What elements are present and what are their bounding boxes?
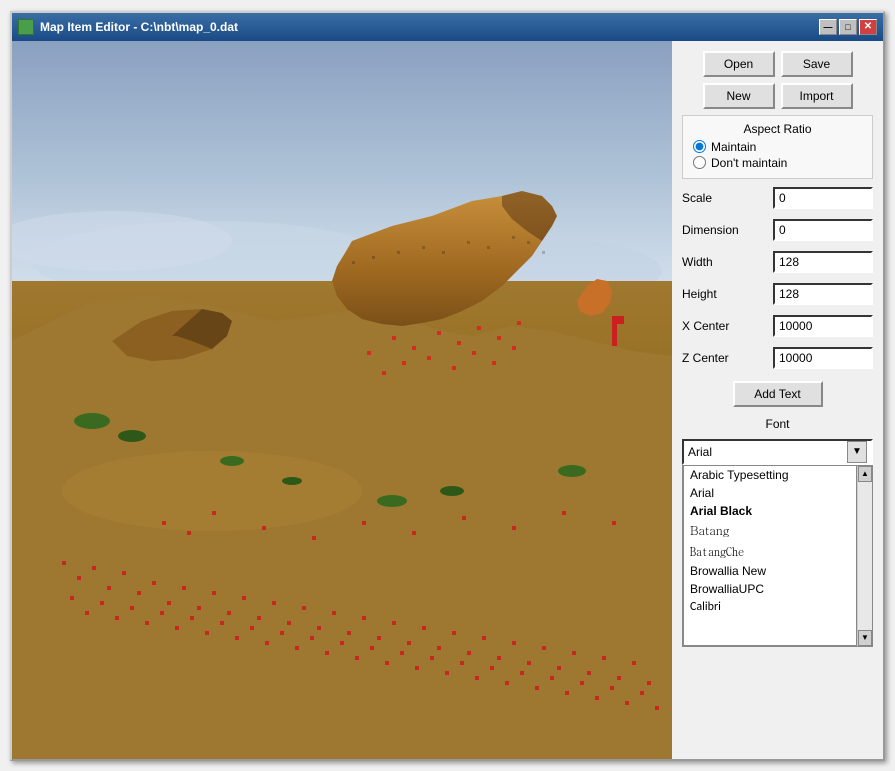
xcenter-input[interactable]	[773, 315, 873, 337]
height-label: Height	[682, 287, 752, 301]
map-canvas-area	[12, 41, 672, 759]
top-button-row: Open Save	[682, 51, 873, 77]
scale-input[interactable]	[773, 187, 873, 209]
width-label: Width	[682, 255, 752, 269]
font-dropdown-container: Arial ▼ Arabic TypesettingArialArial Bla…	[682, 439, 873, 647]
scroll-down-arrow[interactable]: ▼	[858, 630, 872, 646]
title-bar-controls: — □ ✕	[819, 19, 877, 35]
width-input[interactable]	[773, 251, 873, 273]
main-window: Map Item Editor - C:\nbt\map_0.dat — □ ✕	[10, 11, 885, 761]
import-button[interactable]: Import	[781, 83, 853, 109]
maintain-radio[interactable]	[693, 140, 706, 153]
font-list[interactable]: Arabic TypesettingArialArial BlackBatang…	[683, 466, 857, 646]
font-list-item[interactable]: Batang	[684, 520, 856, 541]
title-bar-left: Map Item Editor - C:\nbt\map_0.dat	[18, 19, 238, 35]
font-list-item[interactable]: Arial	[684, 484, 856, 502]
zcenter-label: Z Center	[682, 351, 752, 365]
maintain-label: Maintain	[711, 140, 756, 154]
maintain-radio-row: Maintain	[693, 140, 862, 154]
new-button[interactable]: New	[703, 83, 775, 109]
right-panel: Open Save New Import Aspect Ratio Mainta…	[672, 41, 883, 759]
zcenter-input[interactable]	[773, 347, 873, 369]
xcenter-row: X Center	[682, 313, 873, 339]
maximize-button[interactable]: □	[839, 19, 857, 35]
font-list-item[interactable]: BatangChe	[684, 541, 856, 562]
title-bar: Map Item Editor - C:\nbt\map_0.dat — □ ✕	[12, 13, 883, 41]
open-button[interactable]: Open	[703, 51, 775, 77]
add-text-row: Add Text	[682, 381, 873, 407]
font-dropdown-arrow[interactable]: ▼	[847, 441, 867, 463]
font-scrollbar[interactable]: ▲ ▼	[857, 466, 872, 646]
window-title: Map Item Editor - C:\nbt\map_0.dat	[40, 20, 238, 34]
content-area: Open Save New Import Aspect Ratio Mainta…	[12, 41, 883, 759]
zcenter-row: Z Center	[682, 345, 873, 371]
dimension-row: Dimension	[682, 217, 873, 243]
font-list-wrapper: Arabic TypesettingArialArial BlackBatang…	[682, 465, 873, 647]
font-list-item[interactable]: Arial Black	[684, 502, 856, 520]
close-button[interactable]: ✕	[859, 19, 877, 35]
second-button-row: New Import	[682, 83, 873, 109]
minimize-button[interactable]: —	[819, 19, 837, 35]
save-button[interactable]: Save	[781, 51, 853, 77]
font-list-item[interactable]: Browallia New	[684, 562, 856, 580]
scale-row: Scale	[682, 185, 873, 211]
scroll-up-arrow[interactable]: ▲	[858, 466, 872, 482]
font-dropdown[interactable]: Arial ▼	[682, 439, 873, 465]
height-input[interactable]	[773, 283, 873, 305]
map-preview	[12, 41, 672, 759]
dimension-input[interactable]	[773, 219, 873, 241]
app-icon	[18, 19, 34, 35]
font-section-label: Font	[682, 417, 873, 431]
font-list-item[interactable]: Calibri	[684, 598, 856, 616]
aspect-ratio-group: Aspect Ratio Maintain Don't maintain	[682, 115, 873, 179]
width-row: Width	[682, 249, 873, 275]
font-selected-value: Arial	[688, 445, 712, 459]
font-list-item[interactable]: BrowalliaUPC	[684, 580, 856, 598]
aspect-ratio-title: Aspect Ratio	[693, 122, 862, 136]
dont-maintain-radio[interactable]	[693, 156, 706, 169]
dont-maintain-label: Don't maintain	[711, 156, 787, 170]
dimension-label: Dimension	[682, 223, 752, 237]
dont-maintain-radio-row: Don't maintain	[693, 156, 862, 170]
font-list-item[interactable]: Arabic Typesetting	[684, 466, 856, 484]
add-text-button[interactable]: Add Text	[733, 381, 823, 407]
scale-label: Scale	[682, 191, 752, 205]
height-row: Height	[682, 281, 873, 307]
xcenter-label: X Center	[682, 319, 752, 333]
